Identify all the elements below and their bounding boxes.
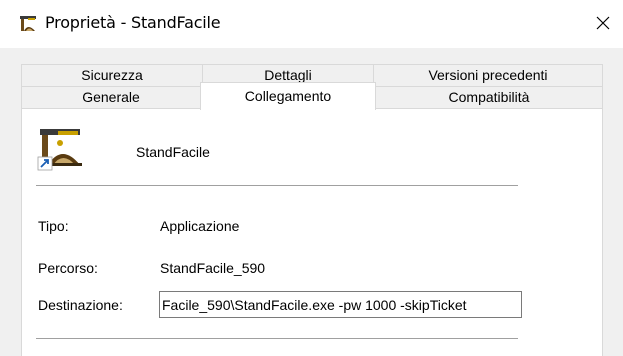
standfacile-app-icon: [20, 16, 36, 31]
destinazione-value: Facile_590\StandFacile.exe -pw 1000 -ski…: [162, 297, 467, 313]
tab-compatibilita[interactable]: Compatibilità: [375, 86, 603, 108]
title-bar: Proprietà - StandFacile: [0, 0, 623, 48]
tipo-label: Tipo:: [38, 218, 69, 234]
separator-bottom: [36, 338, 518, 339]
tipo-value: Applicazione: [160, 218, 240, 234]
standfacile-shortcut-icon: [37, 129, 82, 171]
tab-generale[interactable]: Generale: [21, 86, 201, 108]
tab-versioni-precedenti[interactable]: Versioni precedenti: [373, 64, 603, 86]
window-title: Proprietà - StandFacile: [45, 13, 221, 32]
tab-collegamento[interactable]: Collegamento: [200, 82, 376, 110]
tab-panel-collegamento: StandFacile Tipo: Applicazione Percorso:…: [21, 108, 603, 356]
close-button[interactable]: [588, 8, 618, 38]
separator: [36, 185, 518, 186]
tab-row-front: Generale Collegamento Compatibilità: [21, 82, 603, 110]
destinazione-input[interactable]: Facile_590\StandFacile.exe -pw 1000 -ski…: [159, 291, 522, 318]
dialog-body: Sicurezza Dettagli Versioni precedenti G…: [0, 48, 623, 356]
percorso-label: Percorso:: [38, 260, 98, 276]
destinazione-label: Destinazione:: [38, 297, 123, 313]
tab-sicurezza[interactable]: Sicurezza: [21, 64, 203, 86]
shortcut-name: StandFacile: [136, 144, 210, 160]
percorso-value: StandFacile_590: [160, 260, 266, 276]
close-icon: [596, 16, 610, 30]
